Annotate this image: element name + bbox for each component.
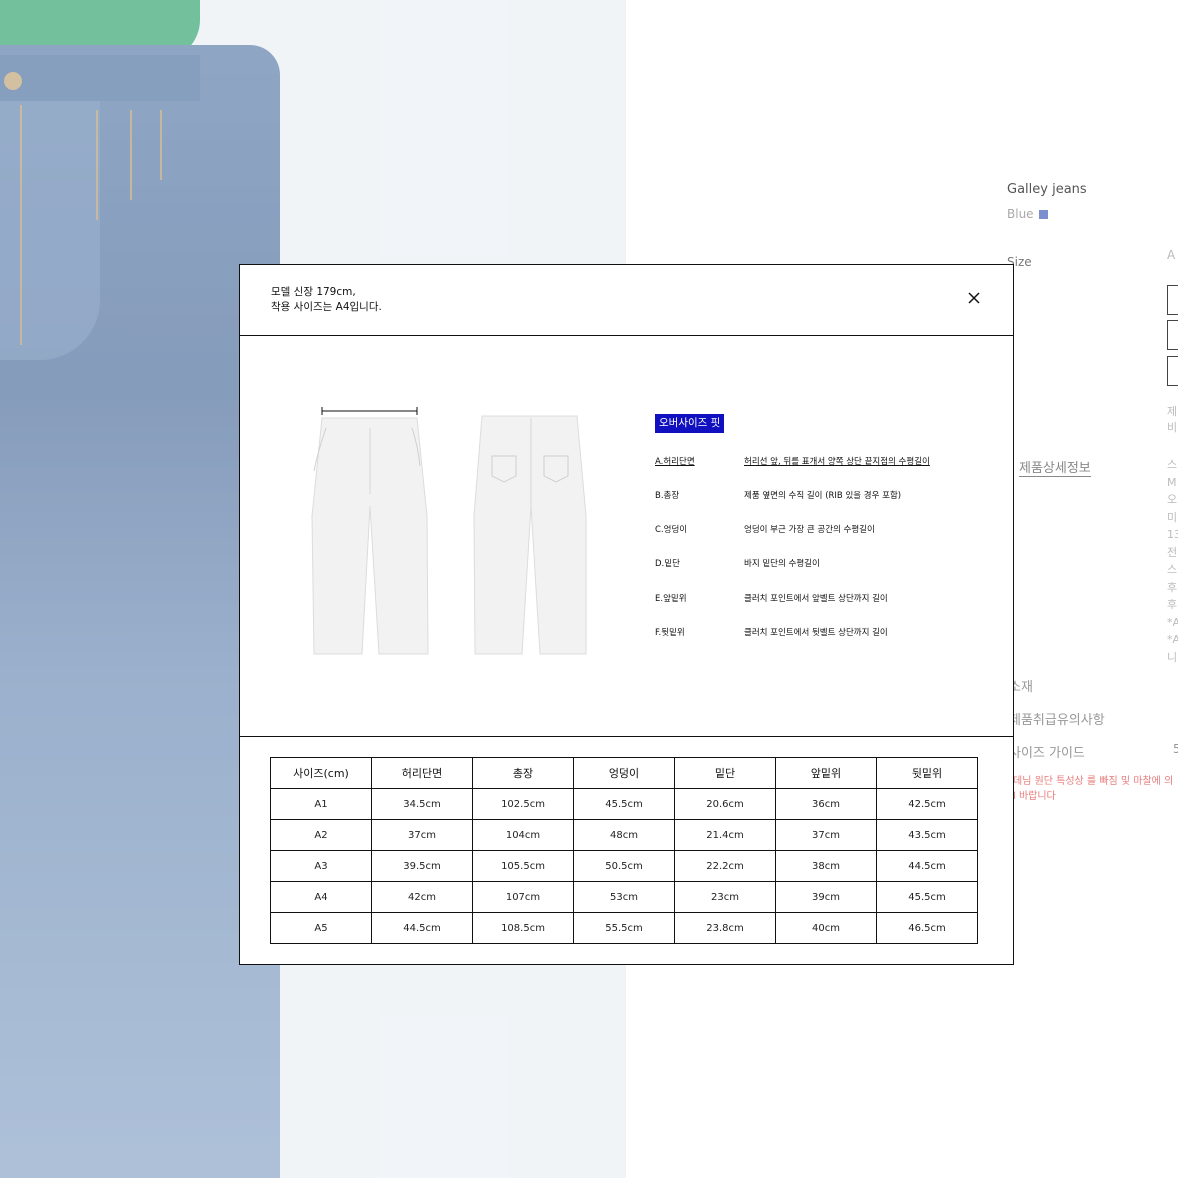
side-text-b: 스 M 오 미 13 전 스 후 후 *A *A 니 xyxy=(1167,458,1178,664)
table-cell: 40cm xyxy=(775,912,877,944)
table-cell: 44.5cm xyxy=(371,912,473,944)
measurement-desc: 엉덩이 부근 가장 큰 공간의 수평길이 xyxy=(744,525,875,535)
table-cell: 42.5cm xyxy=(876,788,978,820)
size-option-partial: A xyxy=(1167,248,1176,262)
table-cell: 23.8cm xyxy=(674,912,776,944)
model-info: 모델 신장 179cm, 착용 사이즈는 A4입니다. xyxy=(271,285,382,315)
size-option-box[interactable] xyxy=(1167,356,1178,386)
menu-item-care[interactable]: 제품취급유의사항 xyxy=(1009,709,1105,728)
size-table: 사이즈(cm) 허리단면 총장 엉덩이 밑단 앞밑위 뒷밑위 A1 34.5cm… xyxy=(270,757,978,944)
size-option-box[interactable] xyxy=(1167,285,1178,315)
table-cell: 43.5cm xyxy=(876,819,978,851)
side-text-a: 제 비 xyxy=(1167,405,1178,434)
table-cell: 50.5cm xyxy=(573,850,675,882)
table-cell: 37cm xyxy=(775,819,877,851)
table-cell: 45.5cm xyxy=(573,788,675,820)
measurement-row: A.허리단면 허리선 앞, 뒤를 표개서 양쪽 상단 끝지점의 수평길이 xyxy=(655,455,985,469)
table-row: A3 39.5cm 105.5cm 50.5cm 22.2cm 38cm 44.… xyxy=(270,850,978,882)
measurement-desc: 제품 옆면의 수직 길이 (RIB 있을 경우 포함) xyxy=(744,491,902,501)
color-swatch[interactable] xyxy=(1038,210,1048,219)
menu-arrow: 5 xyxy=(1173,742,1178,756)
table-cell: 20.6cm xyxy=(674,788,776,820)
product-color[interactable]: Blue xyxy=(1007,207,1048,221)
table-cell: 21.4cm xyxy=(674,819,776,851)
table-cell: 102.5cm xyxy=(472,788,574,820)
table-cell: 36cm xyxy=(775,788,877,820)
measurement-label: B.총장 xyxy=(655,491,680,501)
table-cell: 45.5cm xyxy=(876,881,978,913)
table-cell: 34.5cm xyxy=(371,788,473,820)
size-option-box[interactable] xyxy=(1167,320,1178,350)
measurement-label: C.엉덩이 xyxy=(655,525,688,535)
table-header: 허리단면 xyxy=(371,757,473,789)
close-button[interactable] xyxy=(964,288,984,308)
measurement-label: F.뒷밑위 xyxy=(655,628,685,638)
table-row: A4 42cm 107cm 53cm 23cm 39cm 45.5cm xyxy=(270,881,978,913)
table-cell: 55.5cm xyxy=(573,912,675,944)
pants-diagram xyxy=(311,407,587,655)
denim-notice: 데님 원단 특성상 를 빠짐 및 마찰에 의 l 바랍니다 xyxy=(1013,776,1174,802)
measurement-desc: 바지 밑단의 수평길이 xyxy=(744,559,820,569)
table-cell: 44.5cm xyxy=(876,850,978,882)
table-cell: 107cm xyxy=(472,881,574,913)
measurement-row: E.앞밑위 클러치 포인트에서 앞벨트 상단까지 길이 xyxy=(655,592,985,606)
model-info-line: 착용 사이즈는 A4입니다. xyxy=(271,301,382,313)
table-header: 밑단 xyxy=(674,757,776,789)
size-guide-modal: 모델 신장 179cm, 착용 사이즈는 A4입니다. 오버사이즈 핏 A.허리… xyxy=(239,264,1014,965)
close-icon xyxy=(968,292,980,304)
measurement-label: A.허리단면 xyxy=(655,457,695,467)
pants-back-illustration xyxy=(473,415,587,655)
table-cell: 38cm xyxy=(775,850,877,882)
measurement-row: F.뒷밑위 클러치 포인트에서 뒷벨트 상단까지 길이 xyxy=(655,626,985,640)
table-cell: 42cm xyxy=(371,881,473,913)
table-cell: A2 xyxy=(270,819,372,851)
measurement-desc: 클러치 포인트에서 뒷벨트 상단까지 길이 xyxy=(744,628,888,638)
table-header: 앞밑위 xyxy=(775,757,877,789)
menu-item-size-guide[interactable]: 사이즈 가이드 xyxy=(1009,742,1085,761)
table-cell: 48cm xyxy=(573,819,675,851)
table-cell: 105.5cm xyxy=(472,850,574,882)
table-header-row: 사이즈(cm) 허리단면 총장 엉덩이 밑단 앞밑위 뒷밑위 xyxy=(270,757,978,789)
table-header: 총장 xyxy=(472,757,574,789)
table-row: A5 44.5cm 108.5cm 55.5cm 23.8cm 40cm 46.… xyxy=(270,912,978,944)
product-detail-link[interactable]: 제품상세정보 xyxy=(1019,457,1091,477)
table-cell: A4 xyxy=(270,881,372,913)
product-info-panel: Galley jeans Blue Size A 제 비 스 M 오 미 13 … xyxy=(1007,0,1178,1178)
table-row: A1 34.5cm 102.5cm 45.5cm 20.6cm 36cm 42.… xyxy=(270,788,978,820)
table-cell: 108.5cm xyxy=(472,912,574,944)
table-header: 엉덩이 xyxy=(573,757,675,789)
table-cell: A5 xyxy=(270,912,372,944)
table-row: A2 37cm 104cm 48cm 21.4cm 37cm 43.5cm xyxy=(270,819,978,851)
table-cell: 39.5cm xyxy=(371,850,473,882)
table-cell: 37cm xyxy=(371,819,473,851)
measurement-desc: 클러치 포인트에서 앞벨트 상단까지 길이 xyxy=(744,594,888,604)
modal-header: 모델 신장 179cm, 착용 사이즈는 A4입니다. xyxy=(240,265,1013,336)
measurement-row: C.엉덩이 엉덩이 부근 가장 큰 공간의 수평길이 xyxy=(655,523,985,537)
table-cell: 53cm xyxy=(573,881,675,913)
measurement-row: B.총장 제품 옆면의 수직 길이 (RIB 있을 경우 포함) xyxy=(655,489,985,503)
measurement-label: E.앞밑위 xyxy=(655,594,687,604)
table-cell: A1 xyxy=(270,788,372,820)
table-header: 뒷밑위 xyxy=(876,757,978,789)
measurement-desc: 허리선 앞, 뒤를 표개서 양쪽 상단 끝지점의 수평길이 xyxy=(744,457,930,467)
measurement-guide: 오버사이즈 핏 A.허리단면 허리선 앞, 뒤를 표개서 양쪽 상단 끝지점의 … xyxy=(240,336,1013,737)
table-cell: 23cm xyxy=(674,881,776,913)
table-cell: A3 xyxy=(270,850,372,882)
table-cell: 104cm xyxy=(472,819,574,851)
table-cell: 22.2cm xyxy=(674,850,776,882)
fit-badge: 오버사이즈 핏 xyxy=(655,414,725,433)
measurement-row: D.밑단 바지 밑단의 수평길이 xyxy=(655,557,985,571)
product-color-label: Blue xyxy=(1007,207,1034,221)
product-name: Galley jeans xyxy=(1007,182,1087,197)
table-header: 사이즈(cm) xyxy=(270,757,372,789)
table-cell: 39cm xyxy=(775,881,877,913)
table-cell: 46.5cm xyxy=(876,912,978,944)
model-info-line: 모델 신장 179cm, xyxy=(271,286,356,298)
size-table-wrap: 사이즈(cm) 허리단면 총장 엉덩이 밑단 앞밑위 뒷밑위 A1 34.5cm… xyxy=(270,757,978,944)
measurement-label: D.밑단 xyxy=(655,559,680,569)
pants-front-illustration xyxy=(311,407,429,655)
